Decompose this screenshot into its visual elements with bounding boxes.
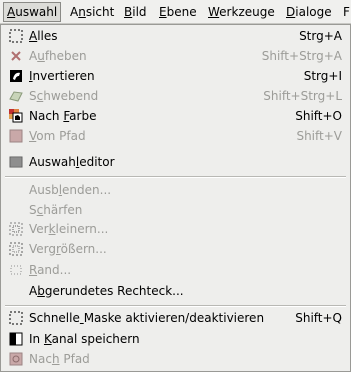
menubar-filter[interactable]: F [343,3,350,21]
menu-item-label: Invertieren [29,69,95,83]
menubar-label: Ansicht [70,5,115,19]
select-by-color-icon [9,109,23,123]
menu-item-nach-farbe[interactable]: Nach Farbe Shift+O [1,106,350,126]
menu-separator [5,305,346,307]
auswahl-dropdown-menu: Alles Strg+A Aufheben Shift+Strg+A Inver… [0,24,351,372]
menubar-bild[interactable]: Bild [124,3,147,21]
menu-item-auswahleditor[interactable]: Auswahleditor [1,152,350,172]
menubar-label: Dialoge [286,5,332,19]
select-none-icon [9,49,23,63]
menubar-label: F [343,5,350,19]
menu-item-schwebend[interactable]: Schwebend Shift+Strg+L [1,86,350,106]
menubar-dialoge[interactable]: Dialoge [286,3,332,21]
selection-from-path-icon [9,129,23,143]
menu-item-label: Vom Pfad [29,129,86,143]
menu-item-shortcut: Shift+Q [295,311,342,325]
menu-item-nach-pfad[interactable]: Nach Pfad [1,349,350,369]
menu-item-label: Schnelle Maske aktivieren/deaktivieren [29,311,265,325]
menu-item-label: Verkleinern... [29,222,109,236]
menu-item-invertieren[interactable]: Invertieren Strg+I [1,66,350,86]
selection-editor-icon [9,155,23,169]
menubar-ansicht[interactable]: Ansicht [70,3,114,21]
menubar-werkzeuge[interactable]: Werkzeuge [208,3,275,21]
menu-item-label: Abgerundetes Rechteck... [29,284,184,298]
select-all-icon [9,29,23,43]
floating-selection-icon [9,89,23,103]
menu-item-shortcut: Strg+I [303,69,342,83]
menubar-label: Ebene [159,5,197,19]
border-selection-icon [9,263,23,277]
menu-item-vergroessern[interactable]: Vergrößern... [1,239,350,259]
menu-item-shortcut: Strg+A [299,29,342,43]
menu-item-abgerundetes-rechteck[interactable]: Abgerundetes Rechteck... [1,281,350,301]
menu-item-rand[interactable]: Rand... [1,260,350,280]
menubar-auswahl[interactable]: Auswahl [3,2,62,22]
save-to-channel-icon [9,332,23,346]
menubar-label: Werkzeuge [208,5,275,19]
menu-item-schaerfen[interactable]: Schärfen [1,200,350,220]
menu-item-verkleinern[interactable]: Verkleinern... [1,219,350,239]
menubar-label: Bild [124,5,147,19]
menu-item-ausblenden[interactable]: Ausblenden... [1,180,350,200]
menu-item-label: Nach Pfad [29,352,90,366]
shrink-selection-icon [9,222,23,236]
menubar-label: Auswahl [7,5,58,19]
menu-item-label: Schwebend [29,89,99,103]
menu-separator [5,176,346,178]
menu-item-label: Nach Farbe [29,109,97,123]
invert-selection-icon [9,69,23,83]
menu-item-shortcut: Shift+V [296,129,342,143]
menu-item-shortcut: Shift+Strg+L [263,89,342,103]
menu-item-label: Schärfen [29,203,83,217]
menu-item-shortcut: Shift+Strg+A [261,49,342,63]
menu-item-label: Auswahleditor [29,155,115,169]
selection-to-path-icon [9,352,23,366]
menu-item-in-kanal-speichern[interactable]: In Kanal speichern [1,329,350,349]
grow-selection-icon [9,242,23,256]
menu-item-label: Alles [29,29,58,43]
menu-item-schnelle-maske[interactable]: Schnelle Maske aktivieren/deaktivieren S… [1,308,350,328]
menu-item-label: Aufheben [29,49,87,63]
menu-bar: Auswahl Ansicht Bild Ebene Werkzeuge Dia… [0,0,351,24]
quick-mask-toggle-icon [9,311,23,325]
menu-item-vom-pfad[interactable]: Vom Pfad Shift+V [1,126,350,146]
menu-item-label: Vergrößern... [29,242,107,256]
menubar-ebene[interactable]: Ebene [159,3,197,21]
menu-item-alles[interactable]: Alles Strg+A [1,26,350,46]
menu-item-label: Rand... [29,263,72,277]
menu-item-shortcut: Shift+O [295,109,342,123]
menu-item-aufheben[interactable]: Aufheben Shift+Strg+A [1,46,350,66]
menu-item-label: In Kanal speichern [29,332,140,346]
menu-item-label: Ausblenden... [29,183,112,197]
